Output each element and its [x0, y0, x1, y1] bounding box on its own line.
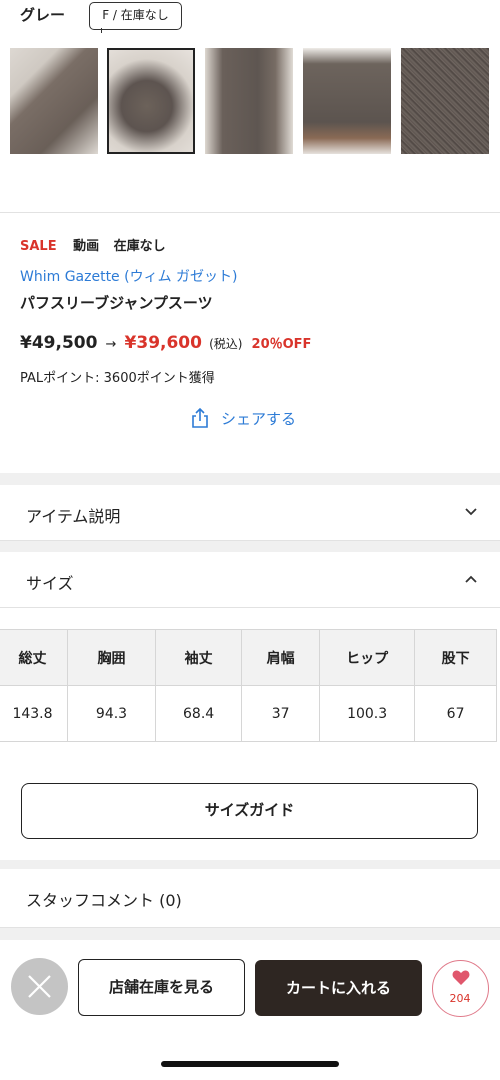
thumbnail-2[interactable] [107, 48, 195, 154]
section-separator [0, 928, 500, 940]
variant-row: グレー F / 在庫なし [0, 0, 500, 40]
bottom-action-bar: 店舗在庫を見る カートに入れる 204 [0, 940, 500, 1080]
discount-label: 20％OFF [251, 337, 312, 352]
share-label: シェアする [221, 409, 297, 428]
stock-badge: 在庫なし [113, 239, 166, 254]
table-cell: 67 [414, 685, 497, 742]
sale-price: ¥39,600 [124, 333, 202, 353]
home-indicator [161, 1061, 339, 1067]
table-cell: 68.4 [155, 685, 243, 742]
table-cell: 143.8 [0, 685, 68, 742]
table-header: 胸囲 [66, 629, 157, 686]
brand-link[interactable]: Whim Gazette (ウィム ガゼット) [20, 266, 238, 286]
table-header-row: 総丈 胸囲 袖丈 肩幅 ヒップ 股下 [0, 629, 497, 686]
divider [0, 212, 500, 213]
chevron-up-icon [465, 575, 477, 583]
product-title: パフスリーブジャンプスーツ [20, 294, 213, 312]
table-cell: 100.3 [319, 685, 416, 742]
price-row: ¥49,500 → ¥39,600 (税込) 20％OFF [20, 333, 311, 353]
sale-badge: SALE [20, 239, 57, 254]
table-header: 股下 [414, 629, 497, 686]
accordion-item-description[interactable]: アイテム説明 [0, 485, 500, 539]
chevron-down-icon [465, 508, 477, 516]
table-header: 総丈 [0, 629, 68, 686]
accordion-label: サイズ [26, 574, 74, 593]
table-cell: 37 [241, 685, 321, 742]
accordion-size[interactable]: サイズ [0, 552, 500, 606]
section-separator [0, 541, 500, 552]
accordion-label: アイテム説明 [26, 507, 121, 526]
tax-note: (税込) [209, 337, 243, 351]
points-info: PALポイント: 3600ポイント獲得 [20, 371, 215, 386]
thumbnail-5[interactable] [401, 48, 489, 154]
thumbnail-1[interactable] [10, 48, 98, 154]
table-cell: 94.3 [66, 685, 157, 742]
color-name: グレー [20, 6, 66, 24]
store-stock-button[interactable]: 店舗在庫を見る [78, 959, 245, 1016]
close-button[interactable] [11, 958, 68, 1015]
share-icon [192, 407, 208, 428]
favorite-count: 204 [449, 992, 471, 1005]
chip-indicator [101, 28, 107, 33]
thumbnail-strip [0, 48, 500, 154]
size-guide-button[interactable]: サイズガイド [21, 783, 478, 839]
video-badge: 動画 [73, 239, 100, 254]
table-header: ヒップ [319, 629, 416, 686]
share-button[interactable]: シェアする [189, 405, 296, 431]
section-separator [0, 473, 500, 485]
divider [0, 607, 500, 608]
thumbnail-3[interactable] [205, 48, 293, 154]
price-arrow: → [105, 337, 117, 352]
table-header: 袖丈 [155, 629, 243, 686]
size-table: 総丈 胸囲 袖丈 肩幅 ヒップ 股下 143.8 94.3 68.4 37 10… [0, 629, 497, 742]
original-price: ¥49,500 [20, 333, 98, 353]
size-option-chip[interactable]: F / 在庫なし [89, 2, 182, 30]
add-to-cart-button[interactable]: カートに入れる [255, 960, 422, 1016]
close-icon [28, 975, 51, 998]
favorite-button[interactable]: 204 [432, 960, 489, 1017]
table-row: 143.8 94.3 68.4 37 100.3 67 [0, 685, 497, 742]
table-header: 肩幅 [241, 629, 321, 686]
heart-icon [452, 970, 470, 985]
staff-comment-section[interactable]: スタッフコメント (0) [26, 887, 182, 911]
section-separator [0, 860, 500, 869]
thumbnail-4[interactable] [303, 48, 391, 154]
product-badges: SALE 動画 在庫なし [20, 235, 166, 254]
